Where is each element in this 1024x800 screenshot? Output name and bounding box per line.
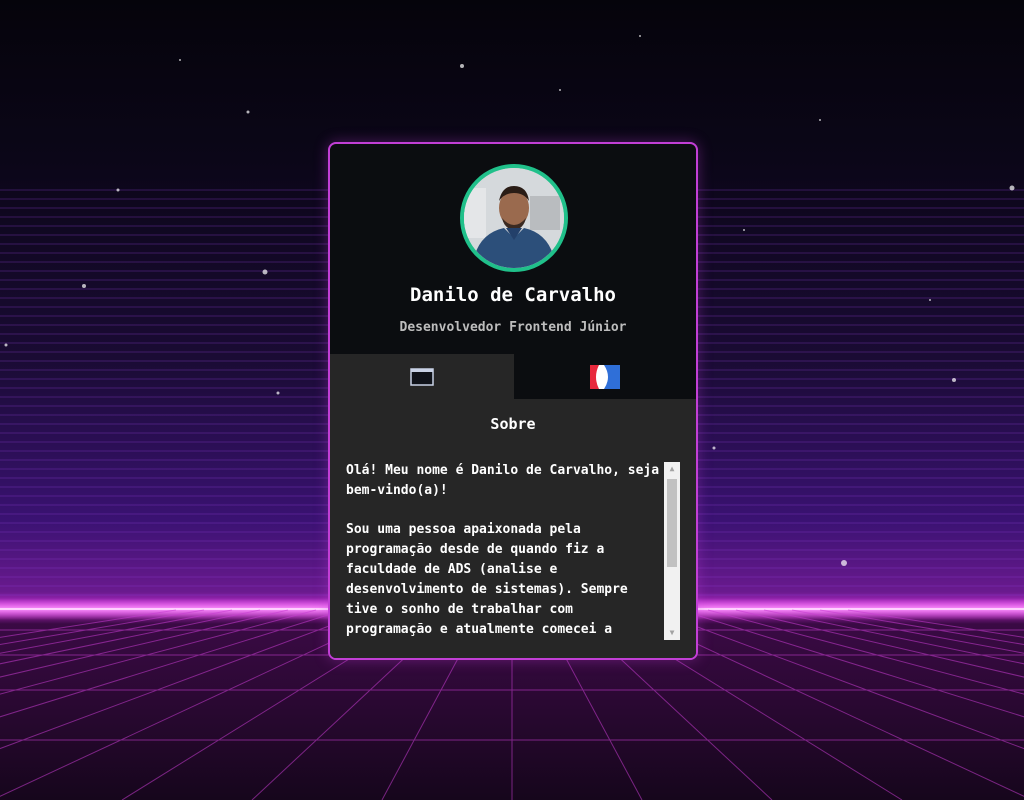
floor-line	[0, 609, 373, 750]
star	[952, 378, 956, 382]
about-text: Olá! Meu nome é Danilo de Carvalho, seja…	[346, 461, 662, 641]
scroll-up-arrow-icon[interactable]: ▲	[664, 462, 680, 476]
floor-line	[0, 609, 205, 646]
tab-bar	[330, 354, 696, 399]
about-paragraph-2: Sou uma pessoa apaixonada pela programaç…	[346, 522, 628, 637]
about-paragraph-1: Olá! Meu nome é Danilo de Carvalho, seja…	[346, 463, 660, 498]
star	[262, 269, 268, 275]
profile-photo	[464, 168, 564, 268]
star	[276, 391, 280, 395]
star	[179, 59, 181, 61]
star	[743, 229, 745, 231]
scroll-down-arrow-icon[interactable]: ▼	[664, 626, 680, 640]
floor-line	[0, 609, 345, 718]
scrollbar[interactable]: ▲ ▼	[664, 462, 680, 640]
profile-name: Danilo de Carvalho	[410, 284, 616, 306]
star	[712, 446, 716, 450]
star	[559, 89, 561, 91]
profile-role: Desenvolvedor Frontend Júnior	[399, 320, 627, 335]
floor-line	[707, 609, 1024, 695]
floor-line	[0, 609, 289, 678]
tab-projects[interactable]	[514, 354, 696, 399]
floor-line	[735, 609, 1024, 678]
star	[116, 188, 120, 192]
floor-line	[679, 609, 1024, 718]
tab-about[interactable]	[330, 354, 514, 399]
star	[460, 64, 464, 68]
star	[4, 343, 8, 347]
projects-logo-icon	[590, 364, 620, 389]
profile-card: Danilo de Carvalho Desenvolvedor Fronten…	[328, 142, 698, 660]
floor-line	[819, 609, 1024, 646]
floor-line	[0, 609, 317, 695]
star	[841, 560, 847, 566]
star	[819, 119, 821, 121]
star	[82, 284, 86, 288]
browser-window-icon	[410, 367, 434, 386]
star	[1009, 185, 1015, 191]
floor-line	[847, 609, 1024, 638]
section-title: Sobre	[490, 415, 536, 433]
floor-line	[0, 609, 177, 638]
floor-line	[651, 609, 1024, 750]
about-section: Sobre Olá! Meu nome é Danilo de Carvalho…	[330, 399, 696, 658]
star	[639, 35, 641, 37]
star	[929, 299, 931, 301]
avatar	[460, 164, 568, 272]
about-scroll-area[interactable]: Olá! Meu nome é Danilo de Carvalho, seja…	[346, 461, 680, 641]
star	[246, 110, 250, 114]
scrollbar-thumb[interactable]	[667, 479, 677, 567]
